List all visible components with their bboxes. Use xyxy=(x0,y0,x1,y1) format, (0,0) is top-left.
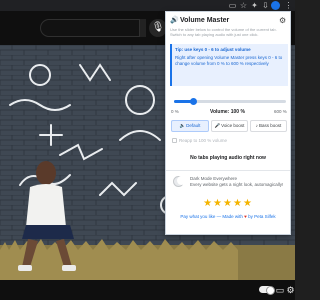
default-mode-label: Default xyxy=(186,123,201,128)
tip-text: Right after opening Volume Master press … xyxy=(175,55,283,66)
slider-max-label: 600 % xyxy=(274,109,287,114)
tip-title: Tip: use keys 0 - 6 to adjust volume xyxy=(175,47,251,52)
credit-prefix: Pay what you like — Made with xyxy=(180,214,245,219)
dark-mode-subtitle: Every website gets a night look, automag… xyxy=(190,182,284,187)
voice-boost-label: Voice boost xyxy=(221,123,245,128)
gear-icon[interactable]: ⚙ xyxy=(279,15,286,26)
speaker-icon: 🔊 xyxy=(170,17,179,24)
download-icon[interactable]: ⇩ xyxy=(261,1,270,10)
credit-line[interactable]: Pay what you like — Made with ♥ by Peta … xyxy=(166,214,290,220)
default-mode-button[interactable]: 🔈Default xyxy=(171,120,209,132)
star-icon[interactable]: ☆ xyxy=(239,1,248,10)
browser-toolbar: ▭ ☆ ✦ ⇩ ⋮ xyxy=(0,0,295,11)
mode-buttons: 🔈Default 🎤Voice boost ♪Bass boost xyxy=(171,120,287,132)
slider-min-label: 0 % xyxy=(171,109,179,114)
reapp-label: Reapp to 100 % volume xyxy=(179,138,228,143)
settings-icon[interactable]: ⚙ xyxy=(286,283,295,297)
speaker-icon: 🔈 xyxy=(179,123,186,128)
bass-boost-button[interactable]: ♪Bass boost xyxy=(250,120,287,132)
rating-stars[interactable]: ★★★★★ xyxy=(166,198,290,210)
puzzle-icon[interactable]: ✦ xyxy=(250,1,259,10)
search-input[interactable] xyxy=(40,19,140,37)
volume-slider-thumb[interactable] xyxy=(189,98,197,105)
credit-suffix: by Peta Silfek xyxy=(246,214,276,219)
voice-boost-button[interactable]: 🎤Voice boost xyxy=(211,120,248,132)
mic-icon: 🎤 xyxy=(214,123,221,128)
reapp-option[interactable]: Reapp to 100 % volume xyxy=(172,138,227,144)
autoplay-toggle[interactable] xyxy=(259,286,275,295)
volume-value-label: Volume: 100 % xyxy=(210,109,245,115)
volume-slider[interactable] xyxy=(174,98,286,105)
search-button[interactable] xyxy=(140,19,146,37)
note-icon: ♪ xyxy=(255,123,258,128)
reapp-checkbox[interactable] xyxy=(172,138,177,143)
player-controls: ▭ ⚙ xyxy=(0,280,295,300)
bass-boost-label: Bass boost xyxy=(258,123,282,128)
more-icon[interactable]: ⋮ xyxy=(284,1,293,10)
dark-mode-promo[interactable]: Dark Mode Everywhere Every website gets … xyxy=(170,175,288,195)
popup-title: Volume Master xyxy=(180,17,230,24)
profile-avatar[interactable] xyxy=(271,1,280,10)
volume-master-popup: 🔊 Volume Master ⚙ Use the slider below t… xyxy=(165,11,291,235)
tip-box: Tip: use keys 0 - 6 to adjust volume Rig… xyxy=(170,44,288,86)
divider xyxy=(166,170,290,171)
moon-icon xyxy=(173,176,186,187)
subtitles-icon[interactable]: ▭ xyxy=(275,283,285,297)
popup-header: 🔊 Volume Master ⚙ xyxy=(170,15,288,27)
cast-icon[interactable]: ▭ xyxy=(228,1,237,10)
no-tabs-message: No tabs playing audio right now xyxy=(190,155,266,161)
popup-description: Use the slider below to control the volu… xyxy=(170,27,277,37)
